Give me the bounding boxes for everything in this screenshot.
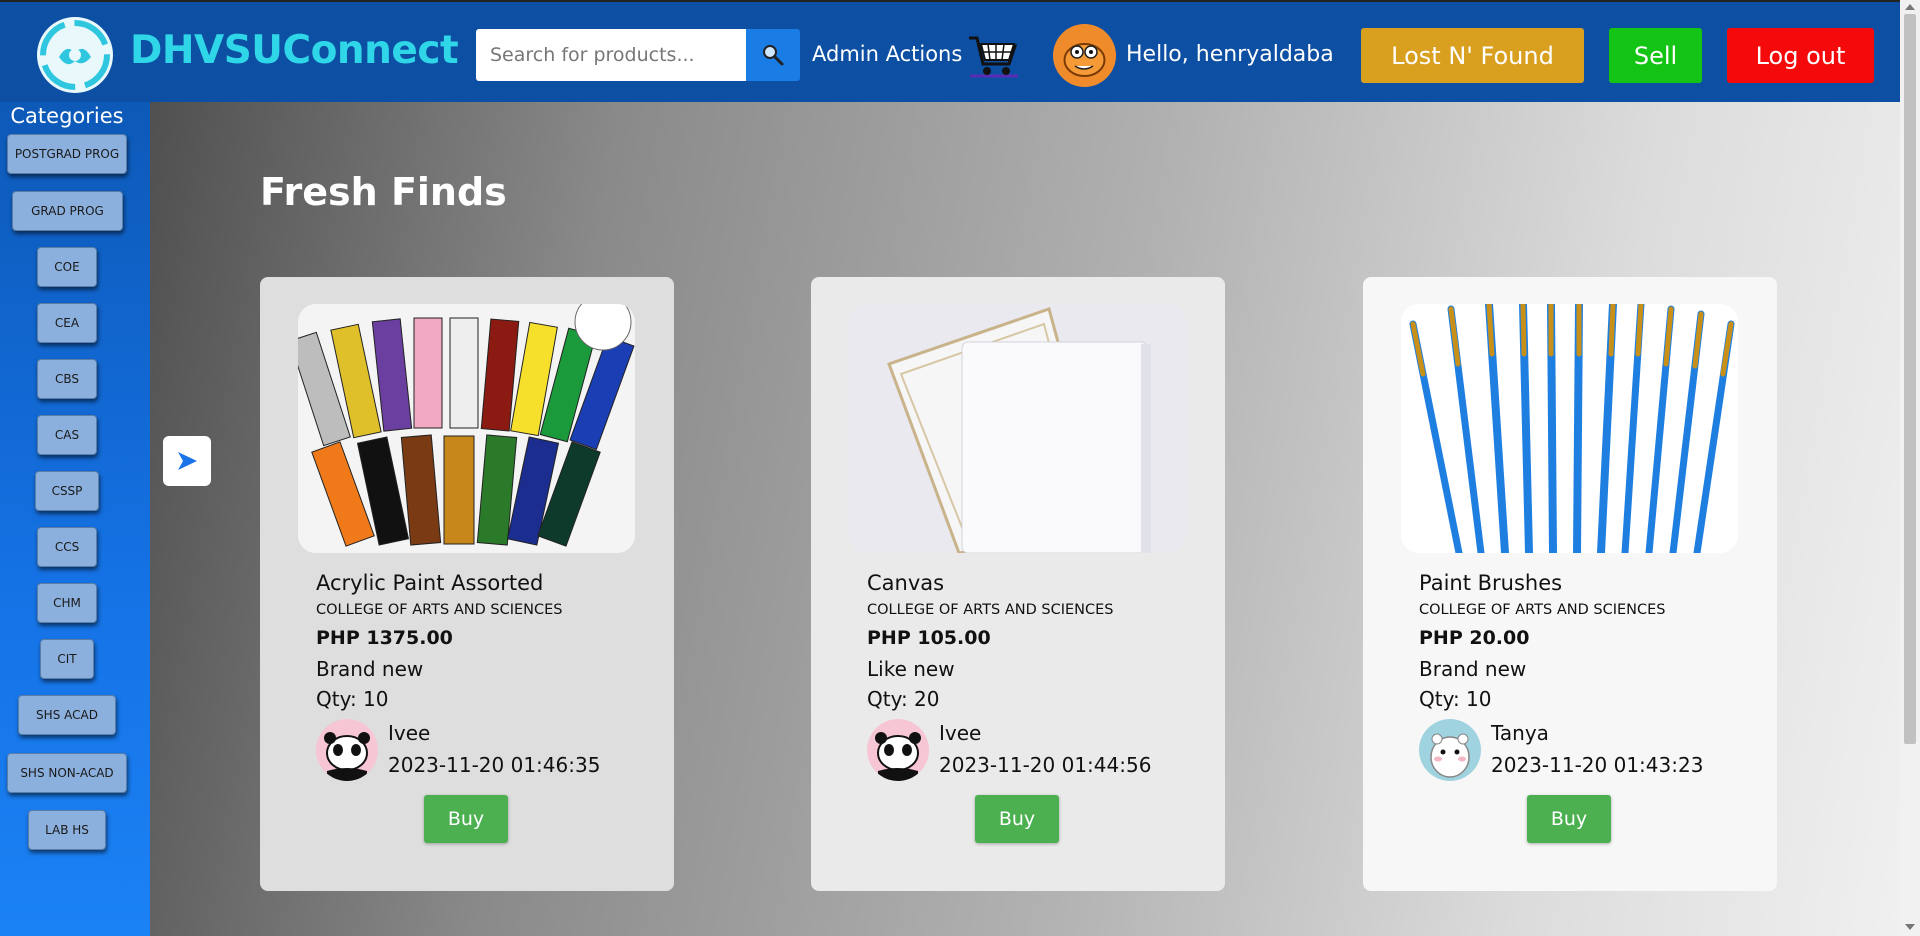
post-timestamp: 2023-11-20 01:46:35 <box>388 753 601 777</box>
product-name[interactable]: Canvas <box>867 571 944 595</box>
category-cbs[interactable]: CBS <box>37 359 97 399</box>
seller-avatar[interactable] <box>316 719 378 781</box>
product-price: PHP 1375.00 <box>316 627 453 649</box>
category-cssp[interactable]: CSSP <box>35 471 99 511</box>
post-timestamp: 2023-11-20 01:44:56 <box>939 753 1152 777</box>
buy-button[interactable]: Buy <box>424 795 508 843</box>
category-grad-prog[interactable]: GRAD PROG <box>12 191 123 231</box>
logout-button[interactable]: Log out <box>1727 28 1874 83</box>
product-image[interactable] <box>298 304 635 553</box>
product-image[interactable] <box>849 304 1186 553</box>
search-icon <box>763 45 784 66</box>
user-avatar[interactable] <box>1053 24 1116 87</box>
page-scrollbar[interactable] <box>1900 0 1920 936</box>
brand-title[interactable]: DHVSUConnect <box>130 28 459 73</box>
categories-title: Categories <box>10 104 124 128</box>
category-cit[interactable]: CIT <box>40 639 94 679</box>
arrow-right-icon <box>178 452 197 470</box>
product-quantity: Qty: 10 <box>316 687 389 711</box>
post-timestamp: 2023-11-20 01:43:23 <box>1491 753 1704 777</box>
top-navbar: DHVSUConnect Admin Actions <box>0 0 1900 102</box>
search-input[interactable] <box>476 29 746 81</box>
section-title: Fresh Finds <box>260 170 507 214</box>
seller-name[interactable]: Ivee <box>939 721 981 745</box>
buy-button[interactable]: Buy <box>975 795 1059 843</box>
scroll-down-icon[interactable] <box>1905 924 1915 930</box>
category-shs-non-acad[interactable]: SHS NON-ACAD <box>7 753 127 793</box>
category-chm[interactable]: CHM <box>37 583 97 623</box>
buy-button[interactable]: Buy <box>1527 795 1611 843</box>
product-card[interactable]: Canvas COLLEGE OF ARTS AND SCIENCES PHP … <box>811 277 1225 891</box>
category-lab-hs[interactable]: LAB HS <box>28 810 106 850</box>
category-cea[interactable]: CEA <box>37 303 97 343</box>
product-price: PHP 105.00 <box>867 627 991 649</box>
product-card[interactable]: Paint Brushes COLLEGE OF ARTS AND SCIENC… <box>1363 277 1777 891</box>
product-name[interactable]: Acrylic Paint Assorted <box>316 571 543 595</box>
user-greeting: Hello, henryaldaba <box>1126 42 1334 67</box>
product-college: COLLEGE OF ARTS AND SCIENCES <box>1419 602 1666 618</box>
category-coe[interactable]: COE <box>37 247 97 287</box>
product-name[interactable]: Paint Brushes <box>1419 571 1562 595</box>
sell-button[interactable]: Sell <box>1609 28 1702 83</box>
categories-sidebar: Categories POSTGRAD PROG GRAD PROG COE C… <box>0 102 150 936</box>
category-ccs[interactable]: CCS <box>37 527 97 567</box>
logo-icon[interactable] <box>37 17 113 93</box>
product-quantity: Qty: 20 <box>867 687 940 711</box>
product-college: COLLEGE OF ARTS AND SCIENCES <box>316 602 563 618</box>
lost-found-button[interactable]: Lost N' Found <box>1361 28 1584 83</box>
category-cas[interactable]: CAS <box>37 415 97 455</box>
product-condition: Brand new <box>1419 657 1527 681</box>
product-condition: Brand new <box>316 657 424 681</box>
category-postgrad-prog[interactable]: POSTGRAD PROG <box>7 134 127 174</box>
scroll-up-icon[interactable] <box>1905 4 1915 10</box>
admin-actions-link[interactable]: Admin Actions <box>812 42 962 66</box>
seller-avatar[interactable] <box>867 719 929 781</box>
carousel-next-button[interactable] <box>163 436 211 486</box>
scroll-thumb[interactable] <box>1904 14 1916 744</box>
seller-name[interactable]: Tanya <box>1491 721 1549 745</box>
cart-icon[interactable] <box>966 32 1022 80</box>
product-image[interactable] <box>1401 304 1738 553</box>
product-quantity: Qty: 10 <box>1419 687 1492 711</box>
product-college: COLLEGE OF ARTS AND SCIENCES <box>867 602 1114 618</box>
product-condition: Like new <box>867 657 955 681</box>
search-button[interactable] <box>746 29 800 81</box>
product-card[interactable]: Acrylic Paint Assorted COLLEGE OF ARTS A… <box>260 277 674 891</box>
category-shs-acad[interactable]: SHS ACAD <box>18 695 116 735</box>
seller-avatar[interactable] <box>1419 719 1481 781</box>
product-price: PHP 20.00 <box>1419 627 1530 649</box>
seller-name[interactable]: Ivee <box>388 721 430 745</box>
